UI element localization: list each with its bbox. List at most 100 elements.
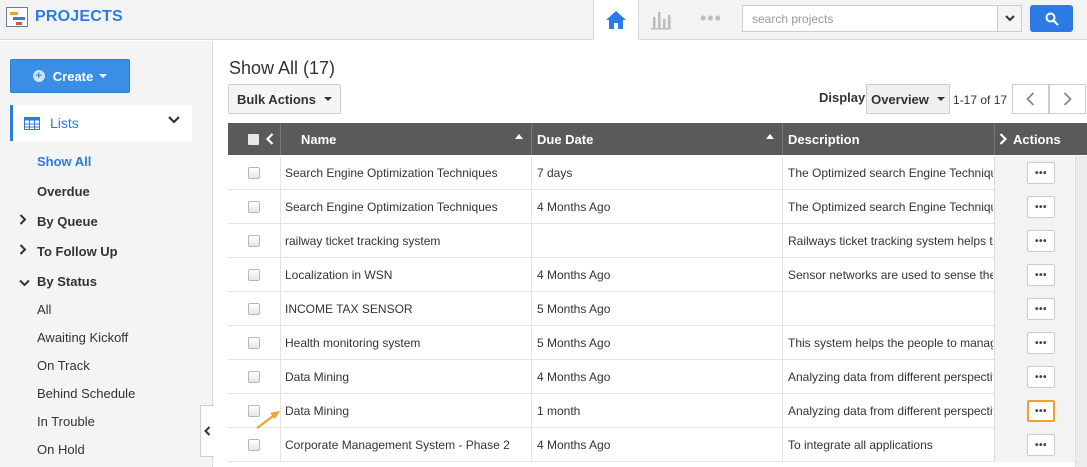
more-nav-button[interactable]: ••• [700,9,722,27]
app-title: PROJECTS [35,8,123,25]
cell-description: The Optimized search Engine Techniques [788,166,993,180]
chevron-left-icon[interactable] [266,133,274,145]
table-row[interactable]: INCOME TAX SENSOR 5 Months Ago ••• [228,292,1087,326]
sidebar-item-behind-schedule[interactable]: Behind Schedule [37,386,135,401]
row-actions-button[interactable]: ••• [1027,400,1055,422]
cell-description: Analyzing data from different perspectiv… [788,370,993,384]
row-actions-button[interactable]: ••• [1027,196,1055,218]
bar-chart-icon [651,12,671,30]
column-header-name-label: Name [301,131,337,147]
cell-due-date: 4 Months Ago [537,268,611,282]
column-divider [531,326,532,360]
row-checkbox[interactable] [248,371,260,383]
sidebar-item-overdue[interactable]: Overdue [37,184,90,199]
sidebar-collapse-toggle[interactable] [200,405,214,457]
cell-due-date: 4 Months Ago [537,200,611,214]
column-divider [782,224,783,258]
sidebar-item-in-trouble[interactable]: In Trouble [37,414,95,429]
row-checkbox[interactable] [248,167,260,179]
display-label: Display [819,90,866,105]
cell-name: Localization in WSN [285,268,393,282]
column-divider [782,428,783,462]
search-button[interactable] [1030,5,1073,32]
row-actions-button[interactable]: ••• [1027,230,1055,252]
row-actions-button[interactable]: ••• [1027,264,1055,286]
lists-dropdown[interactable]: Lists [10,105,192,141]
sidebar-item-status-all[interactable]: All [37,302,51,317]
display-select[interactable]: Overview [866,84,950,114]
column-divider [280,156,281,190]
table-row[interactable]: Search Engine Optimization Techniques 7 d… [228,156,1087,190]
row-actions-button[interactable]: ••• [1027,162,1055,184]
search-input[interactable] [743,6,997,31]
create-button[interactable]: + Create [10,59,130,93]
column-header-actions[interactable]: Actions [994,123,1087,155]
home-nav-button[interactable] [593,0,639,40]
sidebar-item-to-follow-up[interactable]: To Follow Up [37,244,118,259]
column-divider [280,428,281,462]
cell-due-date: 4 Months Ago [537,370,611,384]
row-actions-cell: ••• [994,360,1074,394]
cell-due-date: 5 Months Ago [537,336,611,350]
column-divider [531,258,532,292]
table-row[interactable]: Data Mining 4 Months Ago Analyzing data fr… [228,360,1087,394]
bulk-actions-label: Bulk Actions [237,91,316,107]
cell-name: INCOME TAX SENSOR [285,302,413,316]
column-divider [280,292,281,326]
sidebar-item-on-track[interactable]: On Track [37,358,90,373]
column-header-name[interactable]: Name [280,123,531,155]
column-divider [280,224,281,258]
cell-due-date: 7 days [537,166,573,180]
row-actions-button[interactable]: ••• [1027,434,1055,456]
table-row[interactable]: Localization in WSN 4 Months Ago Sensor ne… [228,258,1087,292]
page-count: 1-17 of 17 [953,93,1008,107]
row-checkbox[interactable] [248,337,260,349]
cell-description: The Optimized search Engine Techniques [788,200,993,214]
column-divider [782,394,783,428]
prev-page-button[interactable] [1012,84,1049,114]
row-checkbox[interactable] [248,235,260,247]
cell-name: Search Engine Optimization Techniques [285,200,498,214]
chevron-right-icon[interactable] [999,133,1007,145]
display-select-value: Overview [871,91,929,107]
table-row[interactable]: Corporate Management System - Phase 2 4 M… [228,428,1087,462]
sidebar: + Create Lists Show All Overdue By Queue… [0,41,214,467]
column-header-description[interactable]: Description [782,123,994,155]
sidebar-item-show-all[interactable]: Show All [37,154,91,169]
cell-description: To integrate all applications [788,438,933,452]
column-divider [280,360,281,394]
column-divider [531,292,532,326]
column-header-description-label: Description [788,131,860,147]
sidebar-item-by-queue[interactable]: By Queue [37,214,98,229]
pointer-arrow-annotation [256,411,280,429]
cell-due-date: 4 Months Ago [537,438,611,452]
app-brand[interactable]: PROJECTS [6,7,123,27]
chevron-down-icon [1004,15,1015,22]
row-actions-button[interactable]: ••• [1027,366,1055,388]
cell-description: Sensor networks are used to sense the [788,268,993,282]
column-header-due-date[interactable]: Due Date [531,123,782,155]
table-row[interactable]: Data Mining 1 month Analyzing data from di… [228,394,1087,428]
table-scrollbar[interactable] [1075,156,1087,467]
select-all-checkbox[interactable] [248,134,259,145]
search-dropdown-toggle[interactable] [997,6,1021,31]
table-row[interactable]: railway ticket tracking system Railways t… [228,224,1087,258]
row-actions-button[interactable]: ••• [1027,298,1055,320]
reports-nav-button[interactable] [650,8,672,30]
table-row[interactable]: Health monitoring system 5 Months Ago This… [228,326,1087,360]
bulk-actions-button[interactable]: Bulk Actions [228,84,341,114]
row-actions-button[interactable]: ••• [1027,332,1055,354]
column-header-actions-label: Actions [1013,131,1061,147]
table-row[interactable]: Search Engine Optimization Techniques 4 M… [228,190,1087,224]
cell-name: railway ticket tracking system [285,234,441,248]
row-checkbox[interactable] [248,439,260,451]
sidebar-item-on-hold[interactable]: On Hold [37,442,85,457]
create-button-label: Create [52,68,94,84]
row-checkbox[interactable] [248,201,260,213]
row-checkbox[interactable] [248,303,260,315]
sidebar-item-awaiting-kickoff[interactable]: Awaiting Kickoff [37,330,128,345]
sidebar-item-by-status[interactable]: By Status [37,274,97,289]
next-page-button[interactable] [1049,84,1086,114]
column-divider [280,258,281,292]
row-checkbox[interactable] [248,269,260,281]
